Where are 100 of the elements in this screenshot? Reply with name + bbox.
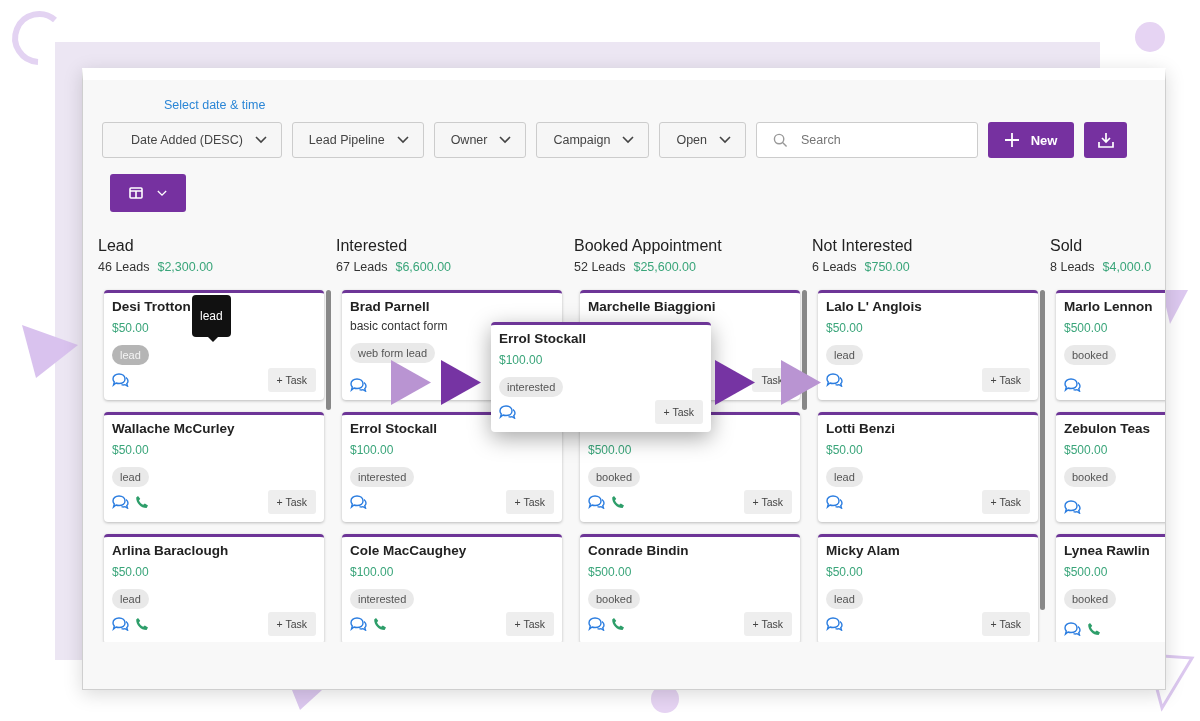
lead-card[interactable]: Lotti Benzi $50.00 lead + Task: [818, 412, 1038, 522]
chat-icon[interactable]: [112, 617, 129, 631]
chat-icon[interactable]: [112, 373, 129, 387]
status-tag[interactable]: lead: [826, 589, 863, 609]
filter-dropdown[interactable]: Owner: [433, 122, 527, 158]
add-task-button[interactable]: + Task: [981, 490, 1030, 514]
lead-card[interactable]: Marlo Lennon $500.00 booked: [1056, 290, 1165, 400]
lead-card[interactable]: Conrade Bindin $500.00 booked + Task: [580, 534, 800, 642]
lead-card[interactable]: Errol Stockall $100.00 interested + Task: [342, 412, 562, 522]
phone-icon[interactable]: [611, 617, 625, 631]
chat-icon[interactable]: [826, 495, 843, 509]
filter-dropdown[interactable]: Date Added (DESC): [102, 122, 282, 158]
lead-value: $100.00: [499, 353, 543, 367]
chat-icon[interactable]: [826, 373, 843, 387]
column-total: $2,300.00: [157, 260, 214, 274]
lead-name: Desi Trotton: [112, 299, 191, 316]
lead-name: Micky Alam: [826, 543, 900, 560]
status-tag[interactable]: lead: [826, 345, 863, 365]
search-icon: [773, 133, 789, 148]
lead-card[interactable]: Lynea Rawlin $500.00 booked: [1056, 534, 1165, 642]
chat-icon[interactable]: [350, 378, 367, 392]
lead-name: Conrade Bindin: [588, 543, 689, 560]
search-field[interactable]: Search: [756, 122, 979, 158]
column-total: $750.00: [864, 260, 910, 274]
chat-icon[interactable]: [350, 495, 367, 509]
add-task-button[interactable]: + Task: [505, 490, 554, 514]
chat-icon[interactable]: [350, 617, 367, 631]
add-task-button[interactable]: + Task: [267, 612, 316, 636]
status-tag[interactable]: booked: [588, 589, 641, 609]
decor-triangle: [22, 325, 78, 378]
plus-icon: [1004, 133, 1019, 147]
filter-dropdown[interactable]: Lead Pipeline: [291, 122, 424, 158]
lead-value: $50.00: [112, 321, 149, 335]
phone-icon[interactable]: [135, 495, 149, 509]
date-time-link[interactable]: Select date & time: [164, 98, 266, 112]
lead-name: Lotti Benzi: [826, 421, 895, 438]
add-task-button[interactable]: + Task: [743, 490, 792, 514]
lead-card[interactable]: Arlina Baraclough $50.00 lead + Task: [104, 534, 324, 642]
add-task-button[interactable]: + Task: [505, 612, 554, 636]
chat-icon[interactable]: [826, 617, 843, 631]
filter-dropdown[interactable]: Campaign: [536, 122, 650, 158]
column-total: $25,600.00: [633, 260, 696, 274]
lead-card[interactable]: Wallache McCurley $50.00 lead + Task: [104, 412, 324, 522]
scrollbar[interactable]: [326, 290, 331, 410]
chat-icon[interactable]: [588, 617, 605, 631]
add-task-button[interactable]: + Task: [267, 490, 316, 514]
status-tag[interactable]: interested: [350, 467, 415, 487]
lead-value: $50.00: [826, 565, 863, 579]
status-tag[interactable]: interested: [350, 589, 415, 609]
add-task-button[interactable]: + Task: [981, 368, 1030, 392]
tooltip-pointer: [208, 337, 218, 342]
status-tag[interactable]: booked: [1064, 589, 1117, 609]
chat-icon[interactable]: [499, 405, 516, 419]
chat-icon[interactable]: [1064, 622, 1081, 636]
status-tag[interactable]: booked: [1064, 467, 1117, 487]
phone-icon[interactable]: [611, 495, 625, 509]
phone-icon[interactable]: [373, 617, 387, 631]
lead-count: 8 Leads: [1050, 260, 1095, 274]
lead-card[interactable]: Lalo L' Anglois $50.00 lead + Task: [818, 290, 1038, 400]
scrollbar[interactable]: [1040, 290, 1045, 610]
lead-count: 6 Leads: [812, 260, 857, 274]
lead-source: basic contact form: [350, 319, 448, 333]
chat-icon[interactable]: [1064, 378, 1081, 392]
status-tag[interactable]: booked: [588, 467, 641, 487]
new-button[interactable]: New: [988, 122, 1075, 158]
download-button[interactable]: [1084, 122, 1128, 158]
lead-card[interactable]: Micky Alam $50.00 lead + Task: [818, 534, 1038, 642]
add-task-button[interactable]: + Task: [267, 368, 316, 392]
add-task-button[interactable]: + Task: [654, 400, 703, 424]
column-total: $4,000.0: [1102, 260, 1152, 274]
status-tag[interactable]: interested: [499, 377, 564, 397]
view-toggle-button[interactable]: [110, 174, 186, 212]
chat-icon[interactable]: [112, 495, 129, 509]
status-tag[interactable]: lead: [826, 467, 863, 487]
chevron-icon: [719, 136, 732, 144]
status-tag[interactable]: lead: [112, 467, 149, 487]
lead-card[interactable]: Desi Trotton $50.00 lead + Task lead: [104, 290, 324, 400]
status-tag[interactable]: web form lead: [350, 343, 436, 363]
lead-card[interactable]: Zebulon Teas $500.00 booked: [1056, 412, 1165, 522]
lead-name: Lalo L' Anglois: [826, 299, 922, 316]
filter-dropdown[interactable]: Open: [659, 122, 747, 158]
lead-card[interactable]: Cole MacCaughey $100.00 interested + Task: [342, 534, 562, 642]
column-title: Interested: [336, 237, 409, 255]
chat-icon[interactable]: [1064, 500, 1081, 514]
decor-circle: [1135, 22, 1165, 52]
add-task-button[interactable]: + Task: [743, 612, 792, 636]
phone-icon[interactable]: [135, 617, 149, 631]
decor-triangle: [292, 690, 322, 710]
status-tag[interactable]: booked: [1064, 345, 1117, 365]
lead-name: Cole MacCaughey: [350, 543, 467, 560]
chat-icon[interactable]: [588, 495, 605, 509]
phone-icon[interactable]: [1087, 622, 1101, 636]
lead-count: 46 Leads: [98, 260, 150, 274]
tooltip: lead: [192, 295, 231, 337]
chevron-icon: [622, 136, 635, 144]
dragged-lead-card[interactable]: Errol Stockall $100.00 interested + Task: [491, 322, 711, 432]
chevron-icon: [157, 189, 167, 197]
add-task-button[interactable]: + Task: [981, 612, 1030, 636]
lead-name: Lynea Rawlin: [1064, 543, 1150, 560]
status-tag[interactable]: lead: [112, 589, 149, 609]
